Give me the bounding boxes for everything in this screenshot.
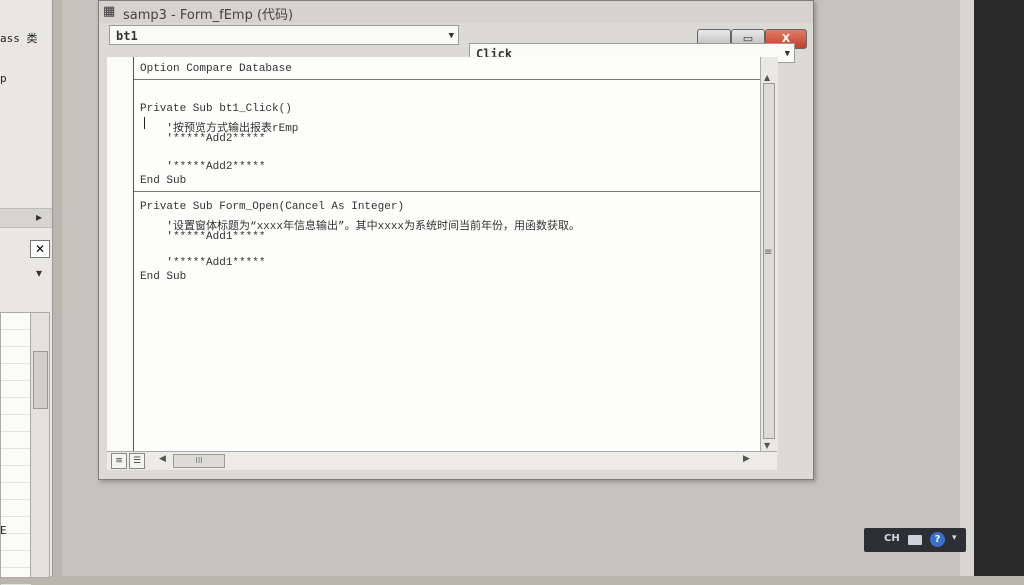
window-title: samp3 - Form_fEmp (代码) [123, 8, 294, 23]
code-line[interactable]: Private Sub bt1_Click() [140, 103, 292, 115]
horizontal-scroll-thumb[interactable]: III [173, 454, 225, 468]
screen-edge [960, 0, 1024, 576]
code-line[interactable]: '*****Add1***** [140, 231, 265, 243]
left-pane-char: E [0, 524, 7, 537]
chevron-down-icon[interactable]: ▼ [785, 44, 790, 64]
code-line[interactable]: '*****Add1***** [140, 257, 265, 269]
chevron-down-icon[interactable]: ▾ [36, 266, 42, 280]
vertical-scrollbar[interactable]: ▲ ≡ ▼ [760, 57, 778, 455]
title-bar[interactable]: ▦ samp3 - Form_fEmp (代码) [99, 1, 813, 23]
vba-code-icon: ▦ [103, 4, 116, 19]
code-line[interactable]: '*****Add2***** [140, 161, 265, 173]
left-pane-label: ass 类 [0, 32, 38, 45]
close-pane-icon[interactable]: ✕ [30, 240, 50, 258]
vertical-scroll-thumb[interactable] [763, 83, 775, 439]
code-line[interactable]: '*****Add2***** [140, 133, 265, 145]
code-line[interactable]: End Sub [140, 175, 186, 187]
object-combo-value: bt1 [116, 29, 138, 43]
left-scroll-thumb[interactable] [33, 351, 48, 409]
procedure-separator [134, 79, 760, 80]
code-gutter [107, 57, 134, 455]
chevron-down-icon[interactable]: ▼ [449, 26, 454, 46]
object-combo[interactable]: bt1 ▼ [109, 25, 459, 45]
scroll-grip-icon: ≡ [764, 247, 773, 258]
full-module-view-icon[interactable]: ☰ [129, 453, 145, 469]
scroll-up-icon[interactable]: ▲ [764, 73, 770, 82]
left-pane-row[interactable]: ▸ [0, 208, 52, 228]
left-navigation-pane: ass 类 p ▸ ✕ ▾ E [0, 0, 53, 585]
code-editor[interactable]: Option Compare Database Private Sub bt1_… [134, 57, 760, 455]
code-line[interactable]: Private Sub Form_Open(Cancel As Integer) [140, 201, 404, 213]
scroll-right-icon[interactable]: ▶ [743, 454, 750, 464]
chevron-right-icon[interactable]: ▸ [36, 210, 42, 224]
property-list[interactable] [0, 312, 32, 585]
procedure-separator [134, 191, 760, 192]
keyboard-icon[interactable] [908, 535, 922, 545]
vba-code-window: ▦ samp3 - Form_fEmp (代码) bt1 ▼ ▁ ▭ X Cli… [98, 0, 814, 480]
procedure-view-icon[interactable]: ≡ [111, 453, 127, 469]
left-scrollbar[interactable] [30, 312, 50, 578]
left-pane-label-p: p [0, 72, 7, 85]
scroll-down-icon[interactable]: ▼ [764, 441, 770, 450]
chevron-down-icon[interactable]: ▾ [952, 533, 957, 543]
code-line[interactable]: End Sub [140, 271, 186, 283]
help-icon[interactable]: ? [930, 532, 945, 547]
code-line[interactable]: Option Compare Database [140, 63, 292, 75]
code-window-bottom-bar: ≡ ☰ ◀ III ▶ [107, 451, 777, 470]
system-tray: CH ? ▾ [864, 528, 966, 552]
input-method-indicator[interactable]: CH [884, 533, 900, 544]
scroll-left-icon[interactable]: ◀ [159, 454, 166, 464]
